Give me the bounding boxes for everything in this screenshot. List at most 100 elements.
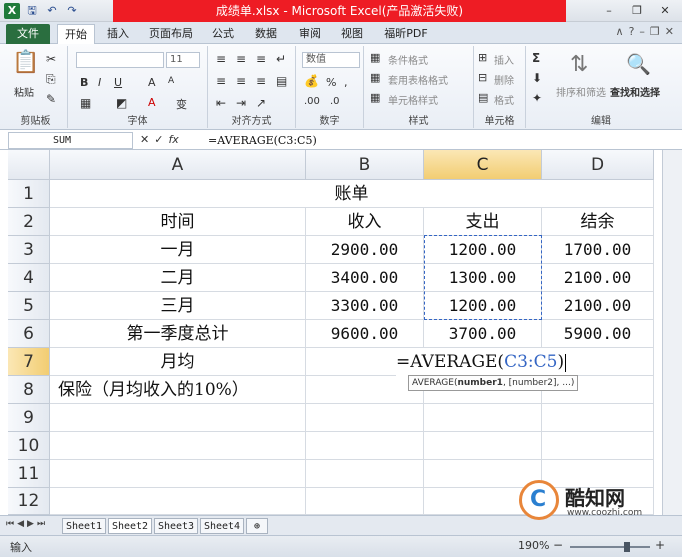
close-workbook-icon[interactable]: ✕ (665, 25, 674, 38)
cell-d6[interactable]: 5900.00 (542, 320, 654, 348)
sort-filter-icon[interactable]: ⇅ (570, 52, 588, 77)
find-select-icon[interactable]: 🔍 (626, 52, 651, 76)
cell-b10[interactable] (306, 432, 424, 460)
align-middle-icon[interactable]: ≡ (236, 52, 246, 66)
first-sheet-icon[interactable]: ⏮ (6, 519, 14, 529)
decrease-indent-icon[interactable]: ⇤ (216, 96, 226, 110)
autosum-icon[interactable]: Σ (532, 51, 540, 65)
tab-file[interactable]: 文件 (6, 24, 50, 44)
cell-b5[interactable]: 3300.00 (306, 292, 424, 320)
cell-c2[interactable]: 支出 (424, 208, 542, 236)
cell-a8[interactable]: 保险（月均收入的10%） (50, 376, 306, 404)
zoom-out-icon[interactable]: − (553, 538, 563, 552)
wrap-text-icon[interactable]: ↵ (276, 52, 286, 66)
column-header-b[interactable]: B (306, 150, 424, 180)
paste-label[interactable]: 粘贴 (14, 84, 34, 99)
paste-icon[interactable]: 📋 (12, 50, 39, 75)
format-cells-icon[interactable]: ▤ (478, 91, 488, 104)
cell-d9[interactable] (542, 404, 654, 432)
cell-d10[interactable] (542, 432, 654, 460)
function-tooltip[interactable]: AVERAGE(number1, [number2], ...) (408, 375, 579, 391)
insert-cells-button[interactable]: 插入 (494, 52, 514, 67)
prev-sheet-icon[interactable]: ◀ (17, 519, 24, 529)
cell-styles-icon[interactable]: ▦ (370, 91, 380, 104)
undo-icon[interactable]: ↶ (44, 3, 60, 19)
cell-a3[interactable]: 一月 (50, 236, 306, 264)
save-icon[interactable]: 🖫 (24, 3, 40, 19)
cell-a9[interactable] (50, 404, 306, 432)
row-header[interactable]: 11 (8, 460, 50, 488)
last-sheet-icon[interactable]: ⏭ (37, 519, 45, 529)
border-icon[interactable]: ▦ (80, 96, 91, 110)
cell-b6[interactable]: 9600.00 (306, 320, 424, 348)
tab-home[interactable]: 开始 (57, 24, 95, 44)
decrease-decimal-icon[interactable]: .0 (330, 96, 340, 107)
zoom-slider-thumb[interactable] (624, 542, 630, 552)
cell-b11[interactable] (306, 460, 424, 488)
insert-function-icon[interactable]: fx (168, 133, 178, 146)
help-icon[interactable]: ? (629, 25, 635, 38)
conditional-format-icon[interactable]: ▦ (370, 51, 380, 64)
row-header[interactable]: 10 (8, 432, 50, 460)
cell-d4[interactable]: 2100.00 (542, 264, 654, 292)
cell-a5[interactable]: 三月 (50, 292, 306, 320)
align-right-icon[interactable]: ≡ (256, 74, 266, 88)
column-header-d[interactable]: D (542, 150, 654, 180)
cell-a10[interactable] (50, 432, 306, 460)
row-header[interactable]: 4 (8, 264, 50, 292)
find-select-button[interactable]: 查找和选择 (610, 84, 660, 99)
number-format-combo[interactable]: 数值 (302, 52, 360, 68)
zoom-slider[interactable] (570, 546, 650, 548)
font-color-icon[interactable]: A (148, 96, 156, 109)
cell-d2[interactable]: 结余 (542, 208, 654, 236)
insert-sheet-icon[interactable]: ⊕ (246, 518, 268, 534)
phonetic-icon[interactable]: 变 (176, 96, 187, 112)
font-name-combo[interactable] (76, 52, 164, 68)
column-header-a[interactable]: A (50, 150, 306, 180)
format-painter-icon[interactable]: ✎ (46, 92, 56, 106)
minimize-workbook-icon[interactable]: – (639, 25, 645, 38)
cell-b4[interactable]: 3400.00 (306, 264, 424, 292)
align-left-icon[interactable]: ≡ (216, 74, 226, 88)
name-box[interactable]: SUM (8, 132, 133, 149)
sheet-tab[interactable]: Sheet4 (200, 518, 244, 534)
row-header[interactable]: 6 (8, 320, 50, 348)
cell-a11[interactable] (50, 460, 306, 488)
currency-icon[interactable]: 💰 (304, 74, 319, 88)
cell-a2[interactable]: 时间 (50, 208, 306, 236)
cell-d5[interactable]: 2100.00 (542, 292, 654, 320)
vertical-scrollbar[interactable] (662, 150, 682, 515)
italic-icon[interactable]: I (98, 76, 101, 89)
bold-icon[interactable]: B (80, 76, 88, 89)
cell-c10[interactable] (424, 432, 542, 460)
clear-icon[interactable]: ✦ (532, 91, 542, 105)
tab-data[interactable]: 数据 (252, 24, 280, 44)
redo-icon[interactable]: ↷ (64, 3, 80, 19)
align-center-icon[interactable]: ≡ (236, 74, 246, 88)
cell-c9[interactable] (424, 404, 542, 432)
comma-icon[interactable]: , (344, 76, 348, 89)
cell-c6[interactable]: 3700.00 (424, 320, 542, 348)
align-bottom-icon[interactable]: ≡ (256, 52, 266, 66)
percent-icon[interactable]: % (326, 76, 336, 89)
collapse-ribbon-icon[interactable]: ∧ (616, 25, 624, 38)
shrink-font-icon[interactable]: A (168, 76, 174, 86)
close-button[interactable]: ✕ (652, 2, 678, 19)
tab-insert[interactable]: 插入 (104, 24, 132, 44)
fill-icon[interactable]: ⬇ (532, 71, 542, 85)
insert-cells-icon[interactable]: ⊞ (478, 51, 487, 64)
tab-page-layout[interactable]: 页面布局 (147, 24, 195, 44)
align-top-icon[interactable]: ≡ (216, 52, 226, 66)
row-header[interactable]: 5 (8, 292, 50, 320)
font-size-combo[interactable]: 11 (166, 52, 200, 68)
cell-b2[interactable]: 收入 (306, 208, 424, 236)
cell-d3[interactable]: 1700.00 (542, 236, 654, 264)
row-header[interactable]: 8 (8, 376, 50, 404)
zoom-in-icon[interactable]: + (655, 538, 665, 552)
select-all-corner[interactable] (8, 150, 50, 180)
underline-icon[interactable]: U (114, 76, 122, 89)
column-header-c[interactable]: C (424, 150, 542, 180)
conditional-format-button[interactable]: 条件格式 (388, 52, 428, 67)
sheet-tab[interactable]: Sheet3 (154, 518, 198, 534)
next-sheet-icon[interactable]: ▶ (27, 519, 34, 529)
